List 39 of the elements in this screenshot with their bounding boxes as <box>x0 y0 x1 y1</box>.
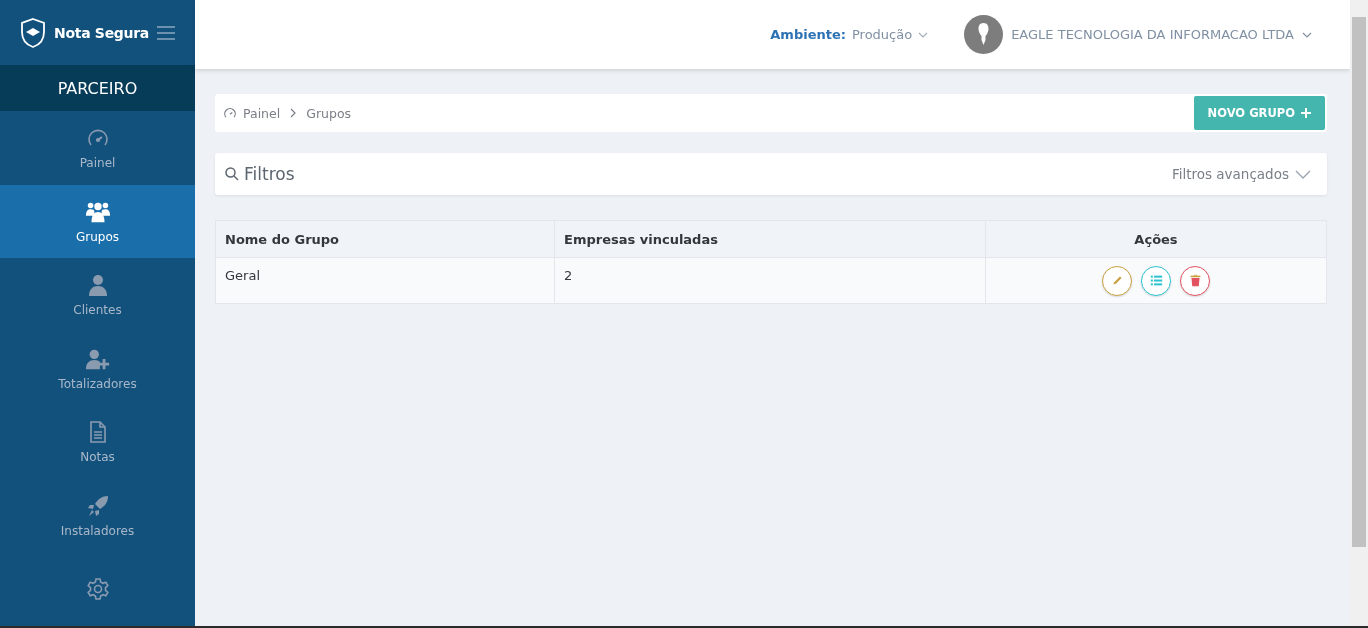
chevron-down-icon <box>1302 31 1312 38</box>
scrollbar-thumb[interactable] <box>1352 17 1366 547</box>
company-menu[interactable]: EAGLE TECNOLOGIA DA INFORMACAO LTDA <box>1011 27 1294 42</box>
chevron-right-icon <box>290 108 297 118</box>
shield-logo-icon <box>20 17 46 48</box>
sidebar-item[interactable]: Instaladores <box>0 478 195 553</box>
section-title: PARCEIRO <box>0 65 195 112</box>
breadcrumb-link[interactable]: Painel <box>243 105 281 121</box>
sidebar-item[interactable]: Notas <box>0 405 195 479</box>
breadcrumb-link[interactable]: Grupos <box>306 105 352 121</box>
edit-button[interactable] <box>1102 265 1132 296</box>
search-icon <box>225 167 239 181</box>
brand-name: Nota Segura <box>54 24 149 41</box>
plus-icon <box>1301 108 1311 118</box>
chevron-down-icon <box>1295 169 1311 179</box>
settings-icon <box>84 577 111 602</box>
sidebar-item[interactable]: Grupos <box>0 184 195 259</box>
chevron-down-icon <box>918 31 929 38</box>
environment-dropdown[interactable]: Produção <box>851 27 913 42</box>
list-icon <box>1149 274 1163 287</box>
trash-icon <box>1188 274 1202 287</box>
column-header: Empresas vinculadas <box>554 220 986 258</box>
menu-icon[interactable] <box>157 25 175 40</box>
table-cell: 2 <box>554 257 986 304</box>
column-header: Ações <box>985 220 1327 258</box>
sidebar-item[interactable]: Clientes <box>0 258 195 332</box>
column-header: Nome do Grupo <box>215 220 555 258</box>
gauge-icon <box>223 106 237 120</box>
advanced-filters-toggle[interactable]: Filtros avançados <box>1165 165 1317 183</box>
sidebar-item[interactable]: Totalizadores <box>0 331 195 406</box>
avatar-icon <box>964 15 1004 54</box>
delete-button[interactable] <box>1180 265 1210 296</box>
list-button[interactable] <box>1141 265 1171 296</box>
pencil-icon <box>1110 274 1124 287</box>
sidebar-item[interactable]: Painel <box>0 111 195 185</box>
new-group-button[interactable]: NOVO GRUPO <box>1193 96 1325 130</box>
table-cell: Geral <box>215 257 555 304</box>
filters-title: Filtros <box>244 164 295 184</box>
environment-label: Ambiente: <box>770 27 846 42</box>
